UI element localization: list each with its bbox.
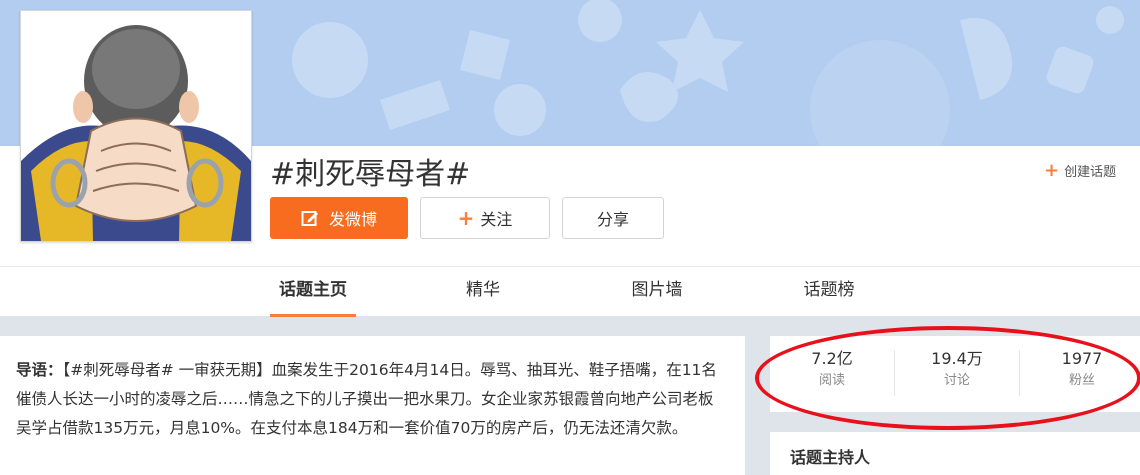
follow-button[interactable]: + 关注 xyxy=(420,197,550,239)
follow-label: 关注 xyxy=(480,210,513,229)
tab-ranking[interactable]: 话题榜 xyxy=(790,267,868,317)
post-weibo-label: 发微博 xyxy=(328,210,377,229)
tab-picture-wall[interactable]: 图片墙 xyxy=(618,267,696,317)
tab-featured[interactable]: 精华 xyxy=(450,267,516,317)
topic-stats-card: 7.2亿 阅读 19.4万 讨论 1977 粉丝 xyxy=(770,336,1140,412)
create-topic-link[interactable]: + 创建话题 xyxy=(1044,161,1116,180)
post-weibo-button[interactable]: 发微博 xyxy=(270,197,408,239)
edit-icon xyxy=(301,211,318,226)
topic-intro: 导语：【#刺死辱母者# 一审获无期】血案发生于2016年4月14日。辱骂、抽耳光… xyxy=(16,356,728,443)
host-title: 话题主持人 xyxy=(790,448,871,467)
topic-avatar-illustration xyxy=(21,11,251,241)
topic-tabs: 话题主页 精华 图片墙 话题榜 xyxy=(0,266,1140,317)
stat-discussions-value: 19.4万 xyxy=(931,349,983,368)
share-label: 分享 xyxy=(596,210,629,229)
topic-title: #刺死辱母者# xyxy=(270,157,471,192)
stat-discussions-label: 讨论 xyxy=(943,373,970,388)
topic-host-card: 话题主持人 xyxy=(770,432,1140,475)
plus-icon: + xyxy=(457,206,475,230)
stat-reads-value: 7.2亿 xyxy=(811,349,853,368)
topic-intro-card: 导语：【#刺死辱母者# 一审获无期】血案发生于2016年4月14日。辱骂、抽耳光… xyxy=(0,336,745,475)
topic-avatar xyxy=(20,10,252,242)
stat-fans: 1977 粉丝 xyxy=(1020,348,1140,392)
stat-fans-value: 1977 xyxy=(1061,349,1103,368)
intro-label: 导语： xyxy=(16,361,63,379)
plus-icon: + xyxy=(1044,159,1060,181)
stat-reads-label: 阅读 xyxy=(818,373,845,388)
tab-home[interactable]: 话题主页 xyxy=(270,267,356,317)
stat-reads: 7.2亿 阅读 xyxy=(770,348,894,392)
intro-text: 【#刺死辱母者# 一审获无期】血案发生于2016年4月14日。辱骂、抽耳光、鞋子… xyxy=(16,361,717,437)
create-topic-label: 创建话题 xyxy=(1064,165,1117,180)
share-button[interactable]: 分享 xyxy=(562,197,664,239)
stat-discussions: 19.4万 讨论 xyxy=(895,348,1019,392)
stat-fans-label: 粉丝 xyxy=(1068,373,1095,388)
